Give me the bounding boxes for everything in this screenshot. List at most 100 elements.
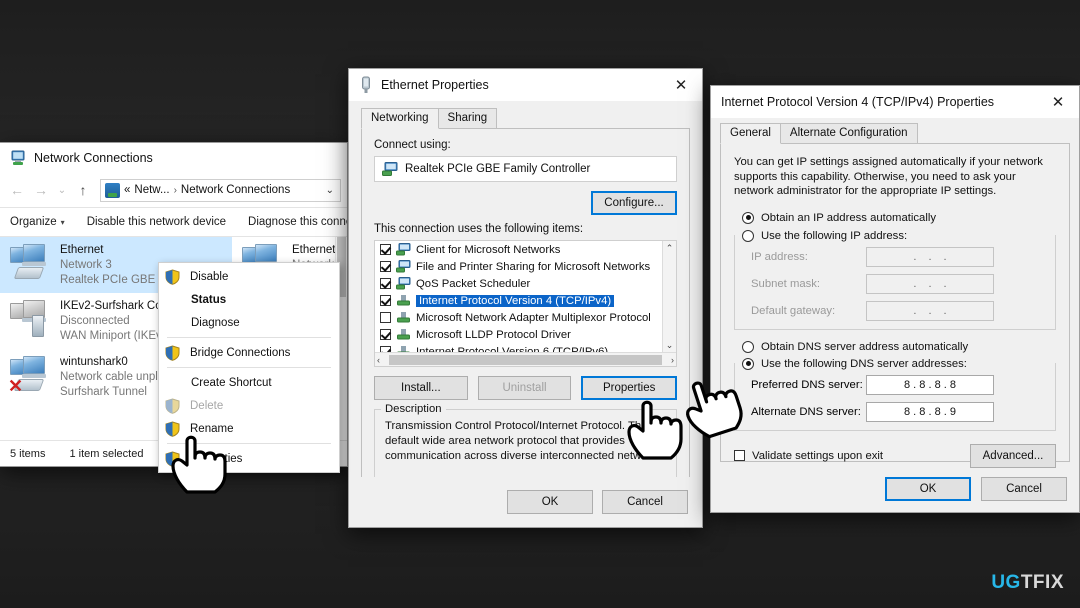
close-icon[interactable]: ✕ bbox=[660, 70, 702, 100]
menu-item-properties[interactable]: Properties bbox=[159, 447, 339, 470]
alternate-dns-row: Alternate DNS server: 8 . 8 . 8 . 9 bbox=[751, 401, 1047, 422]
dot-separator: . bbox=[913, 277, 917, 290]
component-buttons-row: Install... Uninstall Properties bbox=[374, 376, 678, 400]
menu-separator bbox=[167, 337, 331, 338]
component-label: QoS Packet Scheduler bbox=[416, 277, 531, 290]
watermark-part-2: TFIX bbox=[1020, 572, 1064, 593]
diagnose-connection-button[interactable]: Diagnose this connecti bbox=[248, 216, 347, 228]
checkbox[interactable] bbox=[380, 295, 391, 306]
network-client-icon bbox=[396, 277, 411, 290]
menu-item-label: Create Shortcut bbox=[191, 376, 272, 389]
component-label: Client for Microsoft Networks bbox=[416, 243, 561, 256]
scrollbar-thumb[interactable] bbox=[389, 355, 662, 365]
alternate-dns-field[interactable]: 8 . 8 . 8 . 9 bbox=[866, 401, 994, 422]
tab-general[interactable]: General bbox=[720, 123, 781, 144]
list-item[interactable]: Internet Protocol Version 4 (TCP/IPv4) bbox=[375, 292, 676, 309]
ethernet-dialog-titlebar: Ethernet Properties ✕ bbox=[349, 69, 702, 101]
menu-item-label: Rename bbox=[190, 422, 234, 435]
validate-settings-row[interactable]: Validate settings upon exit bbox=[734, 450, 883, 462]
obtain-dns-automatically-radio-row[interactable]: Obtain DNS server address automatically bbox=[734, 340, 1056, 353]
close-icon[interactable]: ✕ bbox=[1037, 87, 1079, 117]
chevron-down-icon[interactable]: ⌄ bbox=[666, 338, 674, 352]
context-menu: Disable Status Diagnose Bridge Connectio… bbox=[158, 262, 340, 473]
install-button[interactable]: Install... bbox=[374, 376, 468, 400]
ipv4-properties-dialog: Internet Protocol Version 4 (TCP/IPv4) P… bbox=[710, 85, 1080, 513]
checkbox[interactable] bbox=[380, 312, 391, 323]
address-bar[interactable]: « Netw... › Network Connections ⌄ bbox=[100, 178, 341, 202]
disable-device-button[interactable]: Disable this network device bbox=[87, 216, 226, 228]
configure-button[interactable]: Configure... bbox=[591, 191, 677, 215]
description-legend: Description bbox=[381, 403, 446, 415]
explorer-command-bar: Organize ▾ Disable this network device Di… bbox=[0, 207, 347, 237]
menu-item-label: Bridge Connections bbox=[190, 346, 291, 359]
default-gateway-row: Default gateway: . . . bbox=[751, 300, 1047, 321]
menu-item-bridge-connections[interactable]: Bridge Connections bbox=[159, 341, 339, 364]
list-item[interactable]: Microsoft Network Adapter Multiplexor Pr… bbox=[375, 309, 676, 326]
menu-item-label: Status bbox=[191, 293, 227, 306]
checkbox[interactable] bbox=[380, 244, 391, 255]
ethernet-dialog-title: Ethernet Properties bbox=[381, 78, 489, 92]
organize-label: Organize bbox=[10, 216, 57, 228]
properties-button[interactable]: Properties bbox=[581, 376, 678, 400]
dot-separator: . bbox=[928, 277, 932, 290]
breadcrumb-item-network-connections[interactable]: Network Connections bbox=[181, 184, 290, 196]
menu-item-diagnose[interactable]: Diagnose bbox=[159, 311, 339, 334]
checkbox[interactable] bbox=[380, 278, 391, 289]
preferred-dns-row: Preferred DNS server: 8 . 8 . 8 . 8 bbox=[751, 374, 1047, 395]
description-groupbox: Description Transmission Control Protoco… bbox=[374, 403, 677, 485]
protocol-icon bbox=[396, 328, 411, 341]
tab-networking[interactable]: Networking bbox=[361, 108, 439, 129]
menu-item-status[interactable]: Status bbox=[159, 288, 339, 311]
advanced-button[interactable]: Advanced... bbox=[970, 443, 1056, 468]
menu-icon-placeholder bbox=[165, 315, 181, 331]
list-item[interactable]: File and Printer Sharing for Microsoft N… bbox=[375, 258, 676, 275]
cancel-button[interactable]: Cancel bbox=[602, 490, 688, 514]
up-button[interactable]: ↑ bbox=[72, 178, 94, 202]
checkbox-validate-settings[interactable] bbox=[734, 450, 745, 461]
components-listbox[interactable]: Client for Microsoft Networks File and P… bbox=[374, 240, 677, 367]
tunnel-adapter-icon: ✕ bbox=[8, 355, 52, 397]
forward-button[interactable]: → bbox=[30, 178, 52, 202]
recent-locations-button[interactable]: ⌄ bbox=[54, 178, 70, 202]
ipv4-dialog-titlebar: Internet Protocol Version 4 (TCP/IPv4) P… bbox=[711, 86, 1079, 118]
ip-address-row: IP address: . . . bbox=[751, 246, 1047, 267]
tab-alternate-configuration[interactable]: Alternate Configuration bbox=[779, 123, 918, 144]
radio-obtain-ip-automatically[interactable] bbox=[742, 211, 754, 224]
back-button[interactable]: ← bbox=[6, 178, 28, 202]
default-gateway-field: . . . bbox=[866, 300, 994, 321]
listbox-horizontal-scrollbar[interactable]: ‹ › bbox=[375, 352, 676, 366]
ok-button[interactable]: OK bbox=[885, 476, 971, 501]
obtain-ip-automatically-radio-row[interactable]: Obtain an IP address automatically bbox=[734, 211, 1056, 224]
menu-item-rename[interactable]: Rename bbox=[159, 417, 339, 440]
breadcrumb-item-network[interactable]: Netw... bbox=[134, 184, 169, 196]
list-item[interactable]: Client for Microsoft Networks bbox=[375, 241, 676, 258]
preferred-dns-field[interactable]: 8 . 8 . 8 . 8 bbox=[866, 374, 994, 395]
ipv4-dialog-tabs: General Alternate Configuration bbox=[720, 120, 1070, 144]
list-item[interactable]: QoS Packet Scheduler bbox=[375, 275, 676, 292]
chevron-up-icon[interactable]: ⌃ bbox=[666, 241, 674, 255]
menu-item-disable[interactable]: Disable bbox=[159, 265, 339, 288]
dot-separator: . bbox=[928, 304, 932, 317]
subnet-mask-field: . . . bbox=[866, 273, 994, 294]
organize-button[interactable]: Organize ▾ bbox=[10, 216, 65, 228]
chevron-down-icon[interactable]: ⌄ bbox=[326, 185, 336, 196]
listbox-vertical-scrollbar[interactable]: ⌃ ⌄ bbox=[662, 241, 676, 366]
list-item[interactable]: Microsoft LLDP Protocol Driver bbox=[375, 326, 676, 343]
chevron-right-icon[interactable]: › bbox=[671, 355, 674, 365]
desktop-background: Network Connections ← → ⌄ ↑ « Netw... › … bbox=[0, 0, 1080, 608]
radio-obtain-dns-automatically[interactable] bbox=[742, 340, 754, 353]
item-count: 5 items bbox=[10, 447, 46, 460]
ethernet-properties-dialog: Ethernet Properties ✕ Networking Sharing… bbox=[348, 68, 703, 528]
cancel-button[interactable]: Cancel bbox=[981, 476, 1067, 501]
menu-item-create-shortcut[interactable]: Create Shortcut bbox=[159, 371, 339, 394]
tab-sharing[interactable]: Sharing bbox=[437, 108, 498, 129]
checkbox[interactable] bbox=[380, 329, 391, 340]
connection-text: wintunshark0 Network cable unplu Surfsha… bbox=[60, 355, 164, 400]
checkbox[interactable] bbox=[380, 261, 391, 272]
chevron-left-icon[interactable]: ‹ bbox=[377, 355, 380, 365]
alternate-dns-label: Alternate DNS server: bbox=[751, 405, 861, 418]
menu-separator bbox=[167, 443, 331, 444]
adapter-readonly-field: Realtek PCIe GBE Family Controller bbox=[374, 156, 677, 182]
ok-button[interactable]: OK bbox=[507, 490, 593, 514]
items-label: This connection uses the following items… bbox=[374, 223, 584, 235]
